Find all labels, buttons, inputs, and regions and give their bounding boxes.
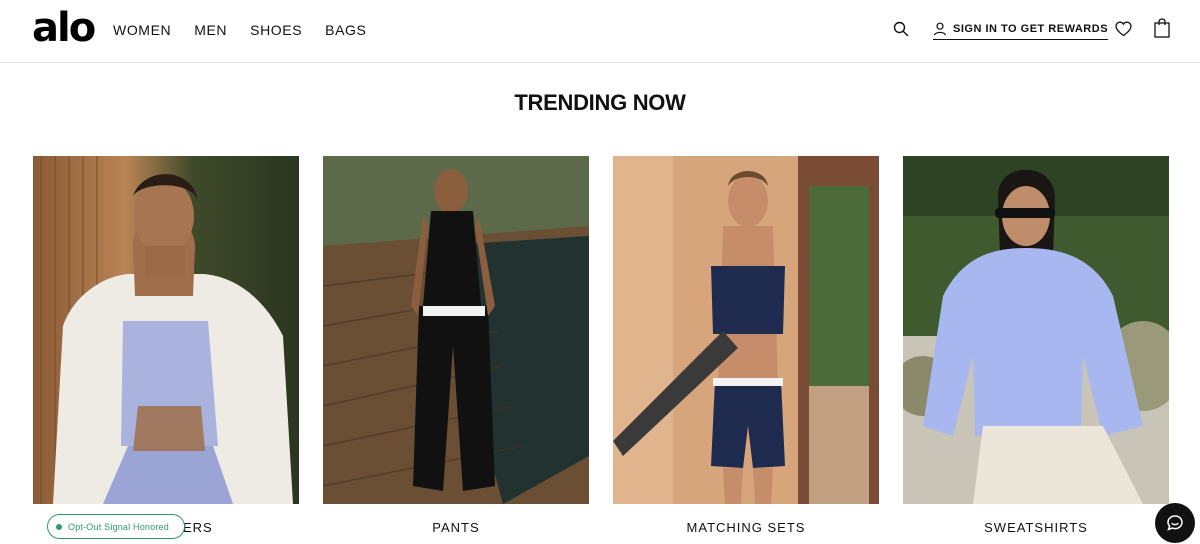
- category-image[interactable]: [903, 156, 1169, 504]
- chat-button[interactable]: [1155, 503, 1195, 543]
- category-image[interactable]: [323, 156, 589, 504]
- model-photo: [903, 156, 1169, 504]
- heart-icon[interactable]: [1115, 21, 1132, 37]
- nav-bags[interactable]: BAGS: [325, 22, 366, 38]
- user-icon: [933, 22, 947, 35]
- signin-label: SIGN IN TO GET REWARDS: [953, 22, 1109, 35]
- category-card-pants[interactable]: PANTS: [323, 156, 589, 544]
- brand-logo[interactable]: alo: [32, 6, 96, 50]
- category-label[interactable]: MATCHING SETS: [613, 520, 879, 535]
- status-dot: [56, 523, 62, 530]
- site-header: alo WOMEN MEN SHOES BAGS SIGN IN TO GET …: [0, 0, 1200, 63]
- category-card-leggings[interactable]: ERS: [33, 156, 299, 544]
- bag-icon[interactable]: [1154, 18, 1170, 38]
- chat-icon: [1167, 515, 1183, 531]
- category-image[interactable]: [613, 156, 879, 504]
- nav-men[interactable]: MEN: [194, 22, 227, 38]
- category-image[interactable]: [33, 156, 299, 504]
- model-photo: [613, 156, 879, 504]
- category-card-sweatshirts[interactable]: SWEATSHIRTS: [903, 156, 1169, 544]
- opt-out-text: Opt-Out Signal Honored: [68, 521, 169, 532]
- nav-shoes[interactable]: SHOES: [250, 22, 302, 38]
- signin-rewards-link[interactable]: SIGN IN TO GET REWARDS: [933, 20, 1109, 40]
- opt-out-signal-badge[interactable]: Opt-Out Signal Honored: [47, 514, 185, 539]
- section-title: TRENDING NOW: [514, 90, 686, 115]
- model-photo: [33, 156, 299, 504]
- main-nav: WOMEN MEN SHOES BAGS: [113, 22, 389, 38]
- model-photo: [323, 156, 589, 504]
- category-label[interactable]: PANTS: [323, 520, 589, 535]
- nav-women[interactable]: WOMEN: [113, 22, 171, 38]
- category-card-matching-sets[interactable]: MATCHING SETS: [613, 156, 879, 544]
- category-label[interactable]: SWEATSHIRTS: [903, 520, 1169, 535]
- search-icon[interactable]: [893, 21, 909, 37]
